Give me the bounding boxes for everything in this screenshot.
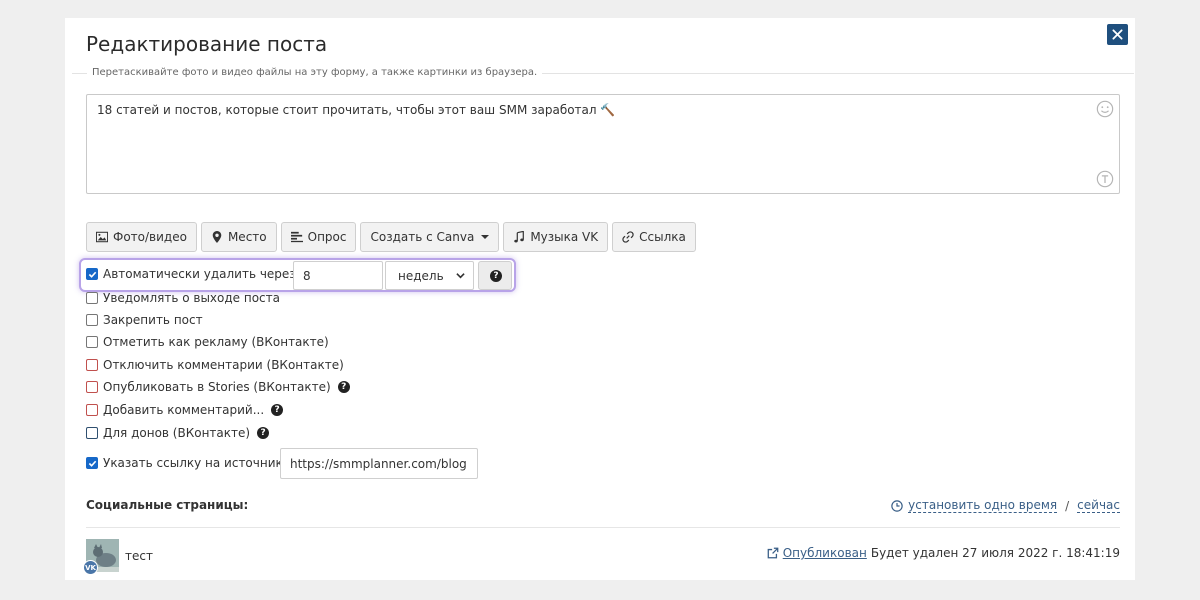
vk-icon: VK [83, 560, 98, 575]
auto-delete-label: Автоматически удалить через [103, 267, 296, 281]
poll-icon [290, 231, 303, 243]
avatar[interactable]: VK [83, 539, 119, 575]
page-title: Редактирование поста [86, 32, 328, 56]
source-checkbox[interactable] [86, 457, 98, 469]
poll-button[interactable]: Опрос [280, 222, 357, 252]
question-icon[interactable]: ? [257, 427, 270, 439]
post-text: 18 статей и постов, которые стоит прочит… [97, 103, 616, 117]
pin-checkbox[interactable] [86, 314, 98, 326]
emoji-icon[interactable] [1096, 100, 1114, 118]
disable-comments-checkbox[interactable] [86, 359, 98, 371]
stories-label: Опубликовать в Stories (ВКонтакте) [103, 380, 331, 394]
auto-delete-amount-input[interactable] [293, 261, 383, 290]
link-label: Ссылка [639, 230, 686, 244]
image-icon [96, 231, 108, 243]
question-icon: ? [490, 269, 502, 282]
media-toolbar: Фото/видео Место Опрос Создать с Canva М… [86, 222, 696, 252]
music-icon [514, 231, 525, 243]
donors-label: Для донов (ВКонтакте) [103, 426, 251, 440]
time-links: установить одно время / сейчас [891, 498, 1120, 513]
photo-video-button[interactable]: Фото/видео [86, 222, 197, 252]
close-icon [1112, 29, 1123, 40]
link-icon [622, 231, 634, 243]
pin-option: Закрепить пост [86, 313, 203, 327]
links-separator: / [1065, 498, 1070, 513]
vk-music-label: Музыка VK [530, 230, 599, 244]
add-comment-checkbox[interactable] [86, 404, 98, 416]
notify-label: Уведомлять о выходе поста [103, 291, 280, 305]
stories-option: Опубликовать в Stories (ВКонтакте) ? [86, 380, 350, 394]
ad-checkbox[interactable] [86, 336, 98, 348]
notify-option: Уведомлять о выходе поста [86, 291, 280, 305]
canva-label: Создать с Canva [370, 230, 475, 244]
clock-icon [891, 499, 903, 512]
donors-option: Для донов (ВКонтакте) ? [86, 426, 270, 440]
published-link[interactable]: Опубликован [783, 546, 867, 560]
vk-music-button[interactable]: Музыка VK [503, 222, 609, 252]
check-icon [88, 460, 96, 467]
add-comment-label: Добавить комментарий... [103, 403, 265, 417]
text-format-icon[interactable] [1096, 170, 1114, 188]
add-comment-option: Добавить комментарий... ? [86, 403, 284, 417]
ad-label: Отметить как рекламу (ВКонтакте) [103, 335, 329, 349]
link-button[interactable]: Ссылка [612, 222, 696, 252]
place-button[interactable]: Место [200, 222, 277, 252]
photo-video-label: Фото/видео [113, 230, 187, 244]
disable-comments-label: Отключить комментарии (ВКонтакте) [103, 358, 344, 372]
stories-checkbox[interactable] [86, 381, 98, 393]
close-button[interactable] [1107, 24, 1128, 45]
ad-option: Отметить как рекламу (ВКонтакте) [86, 335, 329, 349]
unit-select-value: недель [398, 268, 444, 283]
pin-label: Закрепить пост [103, 313, 203, 327]
source-option: Указать ссылку на источник [86, 456, 283, 470]
drop-hint: Перетаскивайте фото и видео файлы на эту… [87, 67, 543, 78]
auto-delete-checkbox[interactable] [86, 268, 98, 280]
external-link-icon [767, 547, 779, 559]
chevron-down-icon [456, 273, 465, 279]
check-icon [88, 271, 96, 278]
social-pages-title: Социальные страницы: [86, 498, 249, 512]
notify-checkbox[interactable] [86, 292, 98, 304]
deletion-status: Будет удален 27 июля 2022 г. 18:41:19 [870, 546, 1120, 560]
now-link[interactable]: сейчас [1077, 498, 1120, 513]
auto-delete-option: Автоматически удалить через [86, 267, 296, 281]
disable-comments-option: Отключить комментарии (ВКонтакте) [86, 358, 344, 372]
map-marker-icon [212, 231, 222, 243]
source-url-input[interactable] [280, 448, 478, 479]
auto-delete-help-button[interactable]: ? [478, 261, 512, 290]
auto-delete-unit-select[interactable]: недель [385, 261, 474, 290]
account-name: тест [125, 548, 153, 563]
caret-down-icon [481, 235, 490, 239]
source-label: Указать ссылку на источник [103, 456, 283, 470]
social-divider [86, 527, 1120, 528]
post-status: Опубликован Будет удален 27 июля 2022 г.… [767, 546, 1120, 560]
poll-label: Опрос [307, 230, 347, 244]
canva-dropdown-button[interactable]: Создать с Canva [360, 222, 500, 252]
social-account: VK тест [83, 539, 153, 575]
donors-checkbox[interactable] [86, 427, 98, 439]
post-text-editor[interactable]: 18 статей и постов, которые стоит прочит… [86, 94, 1120, 194]
place-label: Место [227, 230, 267, 244]
question-icon[interactable]: ? [337, 381, 350, 393]
question-icon[interactable]: ? [271, 404, 284, 416]
set-one-time-link[interactable]: установить одно время [908, 498, 1058, 513]
